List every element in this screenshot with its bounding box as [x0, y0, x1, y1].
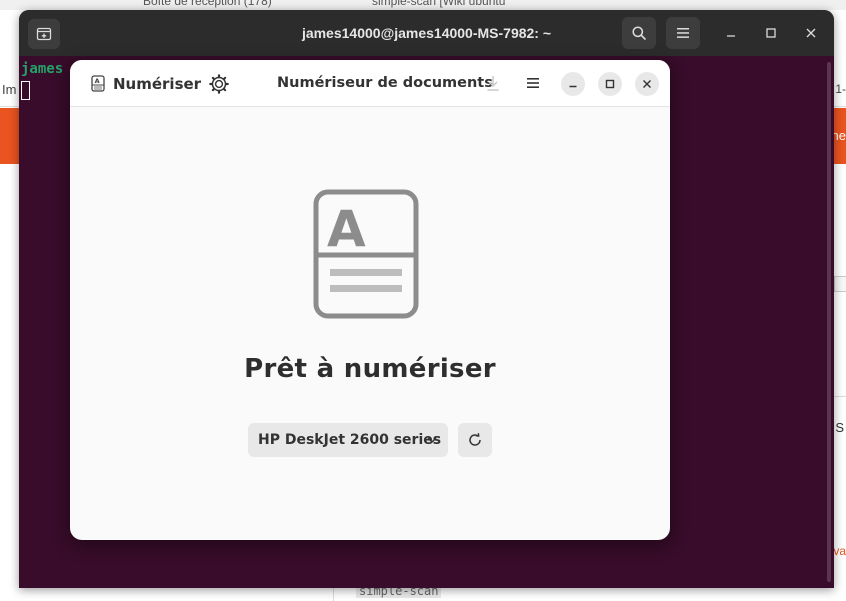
minimize-icon — [569, 85, 577, 88]
terminal-cursor — [21, 81, 30, 100]
background-browser-tabbar: Boîte de réception (178) simple-scan [Wi… — [0, 0, 846, 10]
background-input-fragment — [834, 276, 846, 292]
terminal-maximize-button[interactable] — [760, 22, 782, 44]
svg-text:A: A — [95, 77, 100, 85]
maximize-icon — [605, 79, 615, 89]
close-icon — [643, 80, 651, 88]
scanner-status-heading: Prêt à numériser — [244, 354, 496, 384]
background-tab-inbox[interactable]: Boîte de réception (178) — [143, 0, 272, 8]
scanner-content: A Prêt à numériser HP DeskJet 2600 serie… — [70, 107, 670, 540]
terminal-close-button[interactable] — [800, 22, 822, 44]
refresh-icon — [469, 433, 481, 446]
scanner-maximize-button[interactable] — [598, 72, 622, 96]
background-divider — [834, 396, 846, 397]
scanner-window-title: Numériseur de documents — [277, 75, 493, 91]
scanner-close-button[interactable] — [635, 72, 659, 96]
scanner-minimize-button[interactable] — [561, 72, 585, 96]
terminal-title: james14000@james14000-MS-7982: ~ — [301, 25, 552, 41]
gear-icon[interactable] — [208, 73, 230, 95]
maximize-icon — [766, 28, 776, 38]
background-text-fragment: S — [835, 420, 844, 435]
minimize-icon — [727, 35, 735, 37]
background-divider-vertical — [333, 588, 334, 601]
terminal-search-button[interactable] — [622, 17, 656, 49]
download-icon[interactable] — [483, 73, 503, 93]
background-tab-wiki[interactable]: simple-scan [Wiki ubuntu — [372, 0, 505, 8]
chevron-down-icon — [427, 437, 437, 444]
background-url-fragment-right: 1- — [835, 82, 846, 96]
close-icon — [806, 28, 816, 38]
scanner-document-illustration: A — [313, 189, 419, 319]
terminal-header-bar: james14000@james14000-MS-7982: ~ — [19, 10, 834, 56]
document-scan-icon: A — [91, 75, 105, 92]
refresh-devices-button[interactable] — [458, 423, 492, 457]
scanner-header-bar: A Numériser Numériseur de documents — [70, 60, 670, 107]
background-url-fragment: Im — [2, 82, 17, 97]
hamburger-menu-icon[interactable] — [523, 73, 543, 93]
background-link-fragment: va — [833, 544, 846, 558]
scan-button[interactable]: Numériser — [113, 75, 201, 93]
terminal-scrollbar[interactable] — [827, 62, 831, 582]
terminal-menu-button[interactable] — [666, 17, 700, 49]
hamburger-menu-icon — [677, 28, 689, 38]
search-icon — [632, 26, 646, 40]
illustration-letter: A — [327, 200, 366, 258]
terminal-minimize-button[interactable] — [720, 22, 742, 44]
scanner-device-dropdown[interactable]: HP DeskJet 2600 series — [248, 423, 448, 457]
document-scanner-window: A Numériser Numériseur de documents A Pr… — [70, 60, 670, 540]
scanner-device-label: HP DeskJet 2600 series — [258, 432, 442, 448]
terminal-prompt: james — [21, 61, 64, 77]
